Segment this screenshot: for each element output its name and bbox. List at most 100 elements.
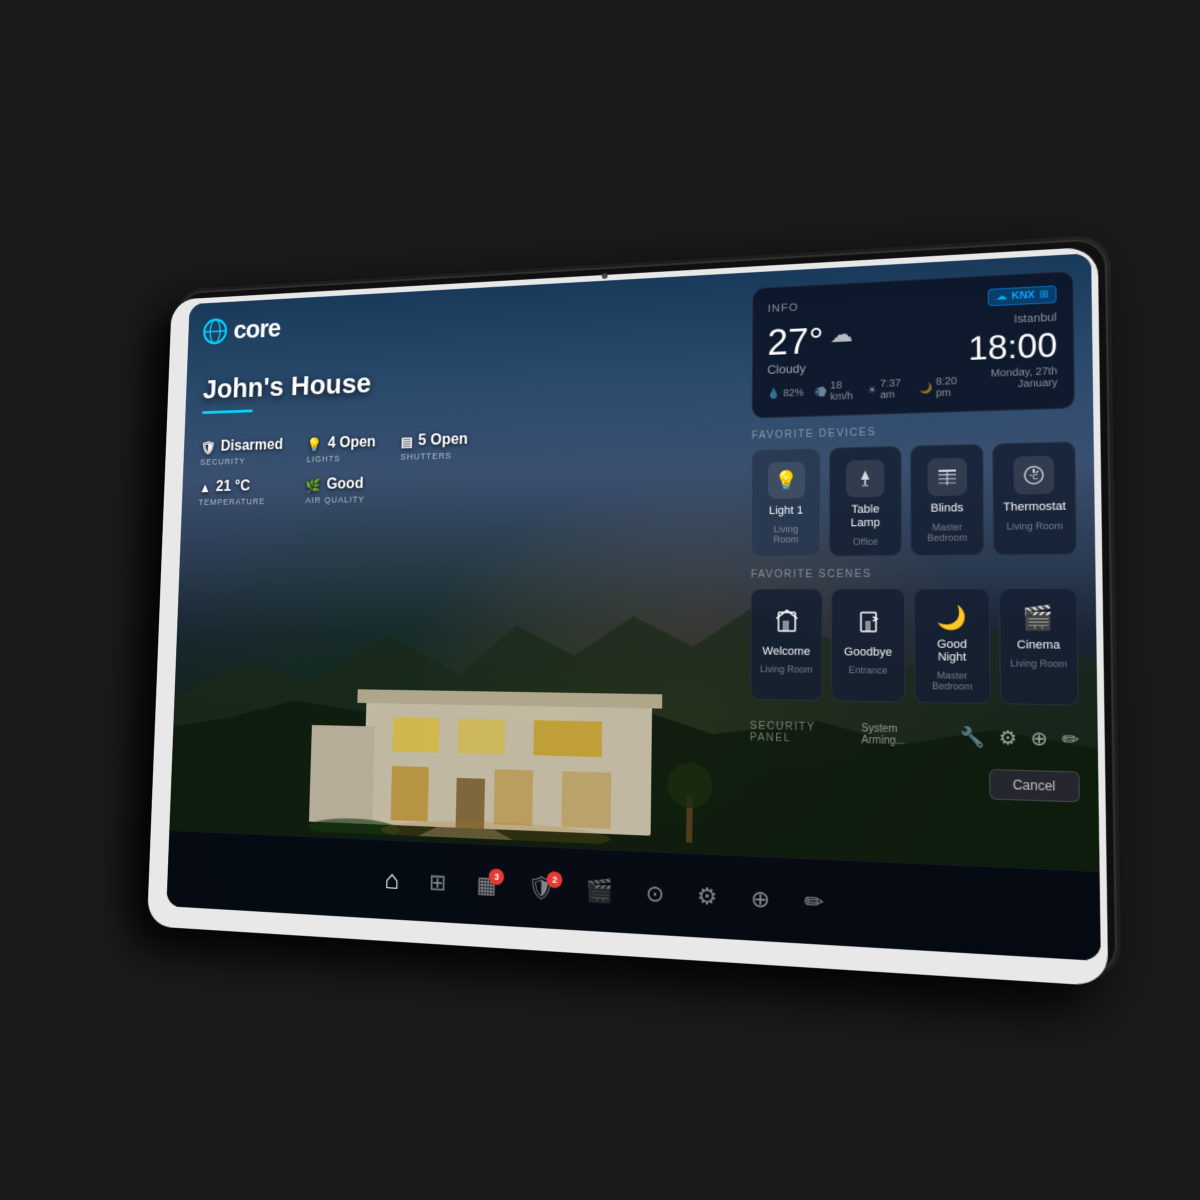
nav-item-media[interactable]: 🎬 [586,877,614,905]
security-panel-icon1[interactable]: 🔧 [960,726,985,749]
lights-status: 💡 4 Open LIGHTS [307,434,376,464]
devices-badge: 3 [489,868,505,885]
wind-value: 18 km/h [830,380,857,403]
sunrise-detail: ☀ 7:37 am [867,378,908,402]
lights-icon: 💡 [307,436,323,452]
house-info-section: John's House 🛡 Disarmed SECURITY 💡 4 O [199,364,470,507]
knx-badge: ☁ KNX ⊞ [988,285,1057,306]
nav-item-edit[interactable]: ✏ [804,887,824,916]
device-card-blinds[interactable]: Blinds Master Bedroom [910,444,985,557]
scene-name-welcome: Welcome [762,646,810,659]
device-card-thermostat[interactable]: °C Thermostat Living Room [993,441,1077,555]
app-name: core [233,314,281,345]
device-card-table-lamp[interactable]: Table Lamp Office [830,446,902,557]
scene-name-goodnight: Good Night [924,638,981,664]
nav-item-devices[interactable]: 3 ▦ [476,871,496,898]
weather-details: 💧 82% 💨 18 km/h ☀ 7:37 am [767,376,964,405]
scene-card-goodnight[interactable]: 🌙 Good Night Master Bedroom [914,589,991,705]
lights-value: 4 Open [327,434,375,452]
nav-item-home[interactable]: ⌂ [384,864,399,896]
weather-card: INFO ☁ KNX ⊞ 27° ☁ Cl [752,271,1075,419]
apps-icon: ⊞ [429,869,447,896]
sunset-detail: 🌙 8:20 pm [919,376,964,400]
scene-icon-goodbye [853,605,883,641]
time-display: 18:00 [963,328,1057,365]
humidity-icon: 💧 [767,388,780,399]
scene-card-goodbye[interactable]: Goodbye Entrance [831,589,905,703]
temperature-icon: ▲ [199,480,211,495]
weather-main: 27° ☁ Cloudy 💧 82% 💨 [767,311,1058,405]
device-room-table-lamp: Office [853,537,878,548]
scene-name-goodbye: Goodbye [844,646,892,659]
shutters-status: ▤ 5 Open SHUTTERS [400,431,468,461]
devices-grid: 💡 Light 1 Living Room [751,441,1077,557]
security-value: Disarmed [220,437,283,455]
favorite-devices-section: FAVORITE DEVICES 💡 Light 1 Living Room [751,421,1077,557]
device-name-thermostat: Thermostat [1003,500,1066,515]
nav-item-clock[interactable]: ⊙ [645,880,664,908]
device-card-light1[interactable]: 💡 Light 1 Living Room [751,448,821,558]
shutters-value: 5 Open [418,431,468,450]
security-panel-icon2[interactable]: ⚙ [999,727,1017,750]
house-name: John's House [202,364,469,406]
nav-item-security[interactable]: 2 🛡 [527,874,555,902]
clock-icon: ⊙ [645,880,664,908]
home-icon: ⌂ [384,864,399,896]
temperature-label: TEMPERATURE [199,496,282,507]
nav-item-settings[interactable]: ⚙ [697,882,718,910]
camera [602,273,608,279]
weather-condition-icon: ☁ [830,321,853,348]
humidity-value: 82% [783,387,804,399]
scenes-icon: ⊕ [751,885,771,914]
cancel-button-row: Cancel [749,763,1079,803]
scene-name-cinema: Cinema [1017,639,1060,652]
security-label: SECURITY [200,455,283,466]
scene-icon-goodnight: 🌙 [937,605,967,633]
sunrise-value: 7:37 am [880,378,908,402]
nav-item-apps[interactable]: ⊞ [429,869,447,896]
right-panel: INFO ☁ KNX ⊞ 27° ☁ Cl [749,271,1079,803]
air-quality-status: 🌿 Good AIR QUALITY [305,476,374,506]
logo-icon [201,316,229,346]
device-name-blinds: Blinds [931,502,964,516]
wind-detail: 💨 18 km/h [814,380,857,404]
device-icon-table-lamp [846,460,884,498]
security-badge: 2 [547,871,563,888]
security-icon: 🛡 [200,439,215,455]
favorite-scenes-section: FAVORITE SCENES Welcome Liv [750,568,1079,706]
favorite-scenes-title: FAVORITE SCENES [751,568,1077,581]
sunset-value: 8:20 pm [936,376,964,400]
svg-text:°C: °C [1030,473,1039,482]
device-name-table-lamp: Table Lamp [839,503,892,531]
air-quality-icon: 🌿 [306,477,322,493]
scene-card-welcome[interactable]: Welcome Living Room [750,589,823,702]
temperature-value: 21 °C [216,478,251,495]
weather-header: INFO ☁ KNX ⊞ [768,285,1057,317]
cancel-button[interactable]: Cancel [989,769,1080,802]
temperature-display: 27° [767,322,823,361]
scene-room-goodbye: Entrance [849,665,888,676]
device-room-blinds: Master Bedroom [920,522,974,544]
air-quality-value: Good [326,476,363,494]
scene-icon-welcome [772,604,801,639]
nav-item-scenes[interactable]: ⊕ [751,885,771,914]
tablet-device: core John's House 🛡 Disarmed SECURITY [154,238,1118,978]
weather-left: 27° ☁ Cloudy 💧 82% 💨 [767,316,964,405]
air-quality-label: AIR QUALITY [305,494,374,505]
device-icon-blinds [927,458,967,496]
scene-icon-cinema: 🎬 [1022,605,1053,633]
security-status: 🛡 Disarmed SECURITY [200,437,283,467]
security-panel-title: SECURITY PANEL [750,721,862,747]
scene-card-cinema[interactable]: 🎬 Cinema Living Room [999,589,1079,706]
knx-label: KNX [1011,290,1035,303]
tablet-screen: core John's House 🛡 Disarmed SECURITY [166,253,1100,961]
logo: core [201,314,281,347]
scene-room-goodnight: Master Bedroom [924,670,981,692]
security-panel-icon3[interactable]: ⊕ [1030,727,1048,750]
sunset-icon: 🌙 [919,382,933,394]
lights-label: LIGHTS [307,453,376,464]
house-name-underline [202,409,253,414]
security-panel-row: SECURITY PANEL System Arming... 🔧 ⚙ ⊕ ✏ [750,721,1080,752]
security-panel-icon4[interactable]: ✏ [1062,728,1080,751]
device-room-light1: Living Room [760,524,811,545]
